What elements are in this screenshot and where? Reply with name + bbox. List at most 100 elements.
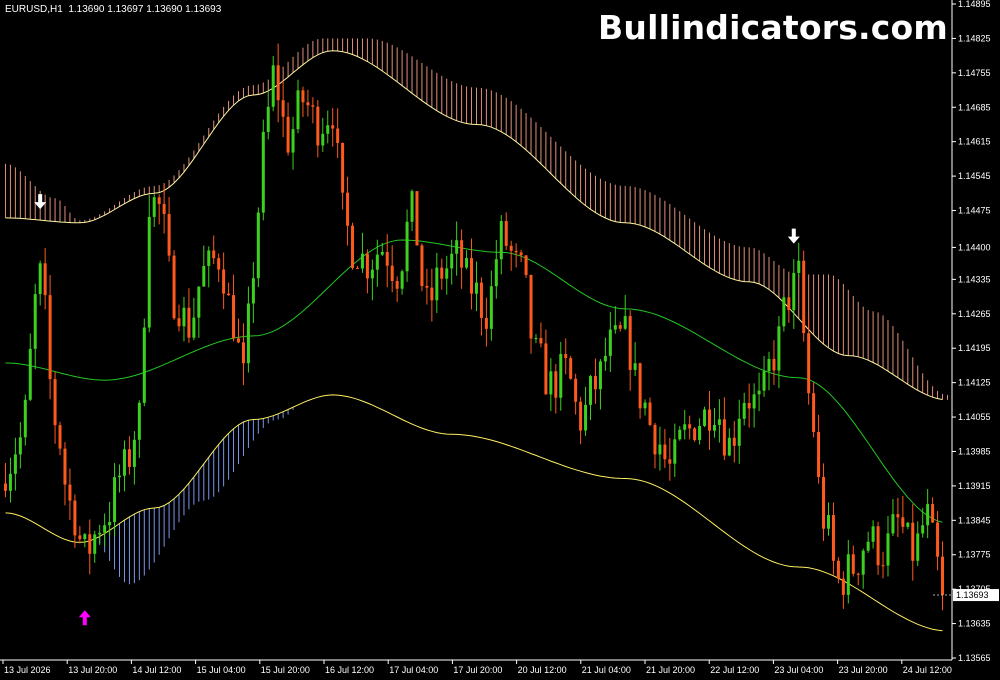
- candle-body: [207, 250, 211, 266]
- time-tick-label: 23 Jul 04:00: [774, 665, 823, 675]
- candle-body: [474, 282, 478, 294]
- candle-body: [787, 297, 791, 311]
- candle-body: [470, 258, 474, 294]
- candle-body: [836, 560, 840, 579]
- price-tick-label: 1.14825: [958, 33, 991, 43]
- price-tick-label: 1.13845: [958, 515, 991, 525]
- candle-body: [157, 197, 161, 204]
- candle-body: [187, 307, 191, 338]
- candle-body: [688, 424, 692, 429]
- price-tick-label: 1.14895: [958, 0, 991, 9]
- price-tick-label: 1.14755: [958, 68, 991, 78]
- candle-body: [222, 269, 226, 294]
- candle-body: [916, 533, 920, 561]
- candle-body: [445, 268, 449, 279]
- candle-body: [643, 402, 647, 409]
- candle-body: [549, 371, 553, 395]
- candle-body: [360, 253, 364, 269]
- candle-body: [683, 424, 687, 430]
- candle-body: [400, 271, 404, 289]
- symbol-ohlc-readout: EURUSD,H1 1.13690 1.13697 1.13690 1.1369…: [5, 4, 222, 15]
- candle-body: [251, 278, 255, 304]
- candle-body: [663, 444, 667, 460]
- time-tick-label: 13 Jul 20:00: [68, 665, 117, 675]
- candle-body: [499, 221, 503, 260]
- price-tick-label: 1.14055: [958, 412, 991, 422]
- candle-body: [420, 245, 424, 287]
- candle-body: [941, 556, 945, 596]
- price-chart[interactable]: 1.14895 1.14825 1.14755 1.14685 1.14615 1.145…: [0, 0, 1000, 680]
- candle-body: [613, 325, 617, 330]
- candle-body: [608, 329, 612, 356]
- price-tick-label: 1.13775: [958, 550, 991, 560]
- candle-body: [524, 255, 528, 276]
- candle-body: [440, 267, 444, 279]
- candle-body: [534, 337, 538, 339]
- candle-body: [747, 402, 751, 409]
- price-tick-label: 1.13915: [958, 481, 991, 491]
- candle-body: [43, 263, 47, 296]
- candle-body: [326, 125, 330, 134]
- candle-body: [33, 294, 37, 349]
- candle-body: [479, 282, 483, 318]
- candle-body: [465, 258, 469, 268]
- candle-body: [856, 573, 860, 575]
- time-tick-label: 15 Jul 04:00: [197, 665, 246, 675]
- upper-band-line: [5, 50, 943, 400]
- candle-body: [256, 212, 260, 279]
- candle-body: [172, 255, 176, 319]
- candle-body: [861, 550, 865, 575]
- candle-body: [88, 534, 92, 554]
- candle-body: [122, 449, 126, 476]
- candle-body: [896, 514, 900, 518]
- candle-body: [742, 402, 746, 419]
- candle-body: [509, 245, 513, 251]
- time-tick-label: 23 Jul 20:00: [839, 665, 888, 675]
- candle-body: [460, 240, 464, 268]
- candle-body: [152, 197, 156, 217]
- candle-body: [18, 437, 22, 455]
- candle-body: [390, 265, 394, 282]
- candle-body: [385, 251, 389, 266]
- candle-body: [271, 65, 275, 107]
- candle-body: [73, 500, 77, 536]
- candle-body: [698, 425, 702, 441]
- candle-body: [450, 253, 454, 269]
- candle-body: [494, 259, 498, 287]
- candle-body: [559, 354, 563, 398]
- candle-body: [693, 428, 697, 441]
- candle-body: [737, 418, 741, 446]
- candle-body: [579, 401, 583, 431]
- candle-body: [782, 297, 786, 327]
- time-tick-label: 17 Jul 20:00: [453, 665, 502, 675]
- candle-body: [703, 409, 707, 426]
- candle-body: [182, 307, 186, 327]
- candle-body: [430, 287, 434, 301]
- candle-body: [425, 286, 429, 288]
- candle-body: [232, 295, 236, 339]
- candle-body: [58, 425, 62, 449]
- candle-body: [355, 267, 359, 269]
- candle-body: [603, 355, 607, 362]
- candle-body: [926, 504, 930, 526]
- candle-body: [911, 522, 915, 561]
- time-tick-label: 21 Jul 04:00: [582, 665, 631, 675]
- candle-body: [489, 286, 493, 329]
- candle-body: [504, 221, 508, 246]
- time-tick-label: 16 Jul 12:00: [325, 665, 374, 675]
- candle-body: [484, 317, 488, 329]
- candle-body: [633, 363, 637, 370]
- candle-body: [678, 429, 682, 440]
- candle-body: [712, 424, 716, 431]
- candle-body: [147, 216, 151, 328]
- candle-body: [63, 448, 67, 485]
- candle-body: [673, 439, 677, 464]
- candle-body: [217, 258, 221, 270]
- price-tick-label: 1.14400: [958, 242, 991, 252]
- candle-body: [291, 129, 295, 153]
- candle-body: [529, 275, 533, 339]
- price-tick-label: 1.14335: [958, 274, 991, 284]
- candle-body: [83, 534, 87, 540]
- price-tick-label: 1.14125: [958, 378, 991, 388]
- candle-body: [722, 419, 726, 456]
